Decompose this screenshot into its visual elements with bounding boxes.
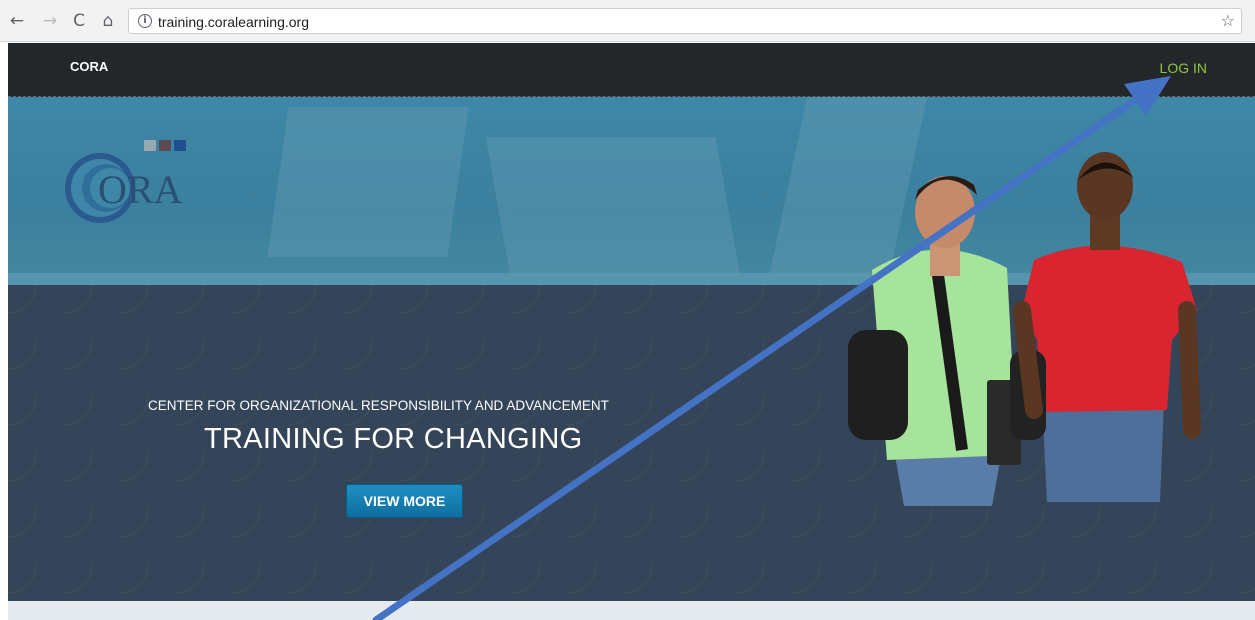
- student-left-figure: [848, 176, 1021, 506]
- logo-text: ORA: [98, 167, 183, 212]
- home-icon[interactable]: ⌂: [97, 10, 119, 32]
- brand-link[interactable]: CORA: [70, 59, 108, 74]
- background-screenshot-shape: [485, 137, 741, 277]
- students-photo: [848, 152, 1201, 506]
- hero-headline: TRAINING FOR CHANGING: [204, 423, 583, 455]
- screen: ← → C ⌂ i training.coralearning.org ☆ CO…: [0, 0, 1255, 620]
- bookmark-star-icon[interactable]: ☆: [1221, 11, 1235, 30]
- back-arrow-icon[interactable]: ←: [6, 10, 28, 32]
- footer-band: [8, 601, 1255, 620]
- url-text[interactable]: training.coralearning.org: [158, 14, 309, 30]
- address-bar[interactable]: i training.coralearning.org ☆: [128, 8, 1242, 34]
- site-header: CORA LOG IN: [8, 43, 1255, 97]
- view-more-button[interactable]: VIEW MORE: [346, 484, 463, 518]
- forward-arrow-icon[interactable]: →: [39, 10, 61, 32]
- hero-tagline: CENTER FOR ORGANIZATIONAL RESPONSIBILITY…: [148, 398, 609, 413]
- reload-icon[interactable]: C: [68, 10, 90, 32]
- browser-toolbar: ← → C ⌂ i training.coralearning.org ☆: [0, 0, 1255, 42]
- student-right-figure: [1010, 152, 1201, 502]
- background-screenshot-shape: [267, 107, 469, 257]
- cora-logo: ORA: [65, 140, 186, 223]
- login-link[interactable]: LOG IN: [1160, 60, 1207, 76]
- site-info-icon[interactable]: i: [138, 14, 152, 28]
